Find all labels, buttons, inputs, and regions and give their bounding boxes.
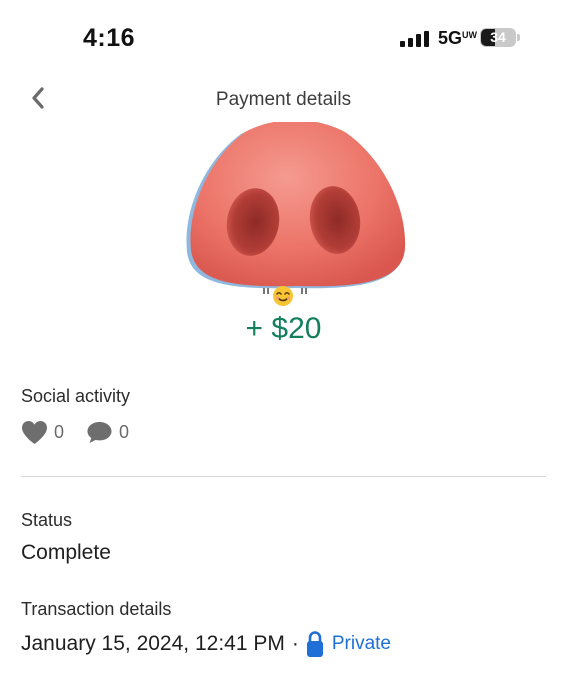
payment-amount: + $20 (245, 312, 322, 345)
status-value: Complete (21, 541, 111, 564)
smile-emoji-icon (271, 284, 295, 308)
social-activity-row: 0 0 (21, 418, 151, 446)
cellular-signal-icon (400, 31, 429, 47)
section-divider (21, 476, 546, 477)
battery-icon: 34 (480, 28, 516, 47)
privacy-setting-button[interactable]: Private (306, 630, 391, 658)
lock-icon (306, 631, 323, 657)
status-time: 4:16 (83, 24, 136, 52)
social-activity-label: Social activity (21, 386, 131, 406)
battery-level: 34 (490, 29, 506, 45)
transaction-details-row: January 15, 2024, 12:41 PM · Private (21, 630, 391, 658)
network-type: 5G (438, 28, 463, 48)
status-label: Status (21, 510, 73, 530)
comment-button[interactable] (86, 420, 113, 444)
network-superscript: UW (462, 30, 478, 40)
privacy-label: Private (331, 633, 391, 654)
pig-nose-icon (186, 120, 406, 294)
like-button[interactable] (21, 420, 48, 445)
heart-icon (22, 420, 47, 444)
network-indicator: 5GUW (438, 28, 477, 49)
transaction-details-label: Transaction details (21, 599, 172, 619)
battery-tip (517, 34, 520, 41)
payment-image (183, 120, 408, 308)
comment-count: 0 (119, 421, 130, 442)
like-count: 0 (54, 421, 65, 442)
separator-dot: · (291, 632, 299, 655)
page-title: Payment details (215, 89, 352, 110)
comment-icon (87, 422, 112, 443)
transaction-date: January 15, 2024, 12:41 PM (21, 632, 285, 655)
status-bar: 4:16 5GUW 34 (0, 0, 567, 78)
